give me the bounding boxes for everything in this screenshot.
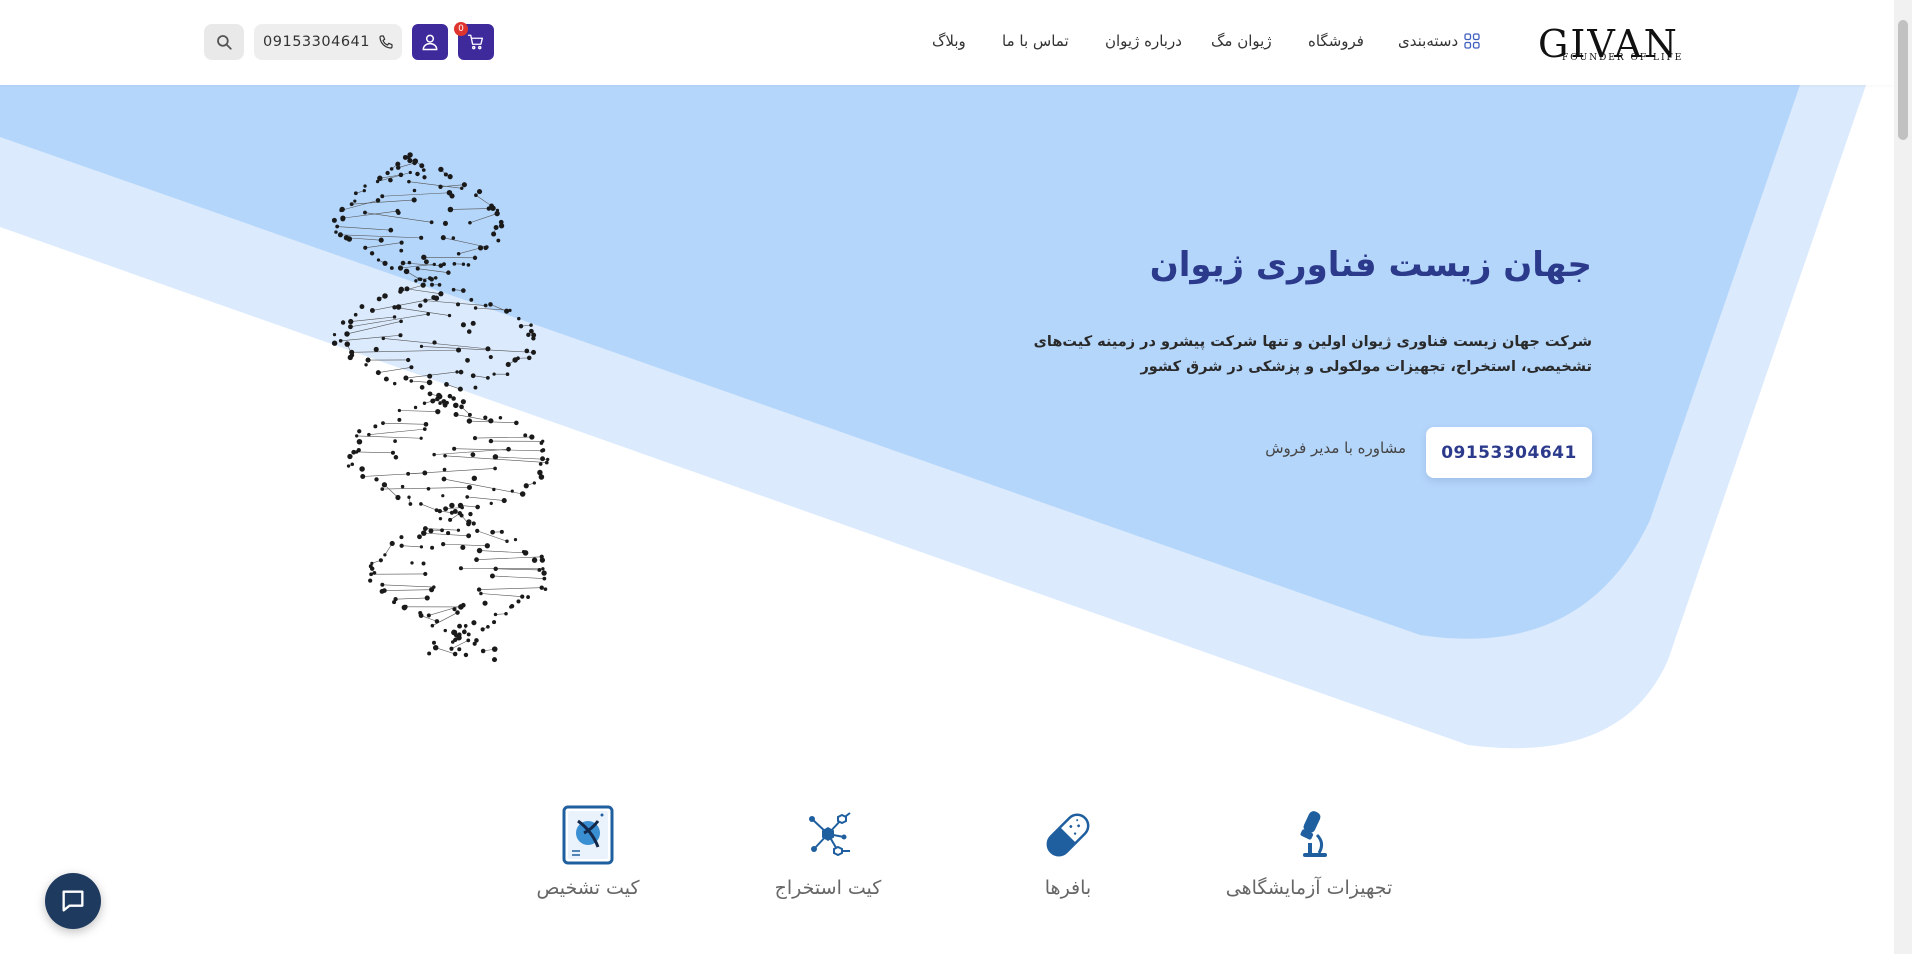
category-diagnostic-kit-label: کیت تشخیص: [536, 877, 640, 899]
search-icon: [217, 35, 232, 50]
microscope-icon: [1300, 811, 1327, 857]
category-lab-equipment-label: تجهیزات آزمایشگاهی: [1225, 877, 1393, 899]
sales-phone-button[interactable]: 09153304641: [1426, 427, 1592, 478]
category-lab-equipment[interactable]: تجهیزات آزمایشگاهی: [1209, 805, 1409, 899]
capsule-icon: [1046, 813, 1090, 857]
cart-count-badge: 0: [454, 22, 468, 36]
user-icon: [422, 34, 438, 51]
dna-helix-illustration: [331, 152, 550, 663]
category-diagnostic-kit[interactable]: کیت تشخیص: [488, 805, 688, 899]
nav-about[interactable]: درباره ژیوان: [1105, 30, 1182, 52]
hero-title: جهان زیست فناوری ژیوان: [1149, 245, 1592, 285]
user-account-button[interactable]: [412, 24, 448, 60]
molecule-icon: [809, 812, 851, 857]
hero-background: [0, 85, 1866, 749]
nav-shop[interactable]: فروشگاه: [1308, 30, 1364, 52]
phone-icon: [379, 35, 393, 49]
page-scrollbar[interactable]: [1894, 0, 1912, 954]
header-phone[interactable]: 09153304641: [254, 24, 402, 60]
category-extraction-kit[interactable]: کیت استخراج: [728, 805, 928, 899]
search-button[interactable]: [204, 24, 244, 60]
nav-mag[interactable]: ژیوان مگ: [1211, 30, 1272, 52]
nav-categories-label: دسته‌بندی: [1398, 32, 1459, 50]
site-header: GIVAN FOUNDER OF LIFE دسته‌بندی فروشگاه …: [0, 0, 1894, 85]
cart-icon: [467, 34, 484, 50]
grid-icon: [1464, 33, 1480, 49]
category-buffers-label: بافرها: [1044, 877, 1092, 899]
sales-consult-label: مشاوره با مدیر فروش: [1265, 439, 1406, 457]
scrollbar-thumb[interactable]: [1898, 20, 1908, 140]
brand-logo[interactable]: GIVAN FOUNDER OF LIFE: [1538, 22, 1698, 68]
nav-blog[interactable]: وبلاگ: [932, 30, 966, 52]
header-phone-number: 09153304641: [263, 34, 370, 50]
category-buffers[interactable]: بافرها: [968, 805, 1168, 899]
chat-icon: [62, 890, 84, 912]
chat-widget-button[interactable]: [45, 873, 101, 929]
category-extraction-kit-label: کیت استخراج: [774, 877, 882, 899]
test-kit-icon: [562, 805, 614, 865]
hero-description: شرکت جهان زیست فناوری ژیوان اولین و تنها…: [1033, 334, 1592, 375]
logo-tagline: FOUNDER OF LIFE: [1562, 53, 1684, 63]
nav-contact[interactable]: تماس با ما: [1002, 30, 1069, 52]
nav-categories[interactable]: دسته‌بندی: [1398, 30, 1480, 52]
